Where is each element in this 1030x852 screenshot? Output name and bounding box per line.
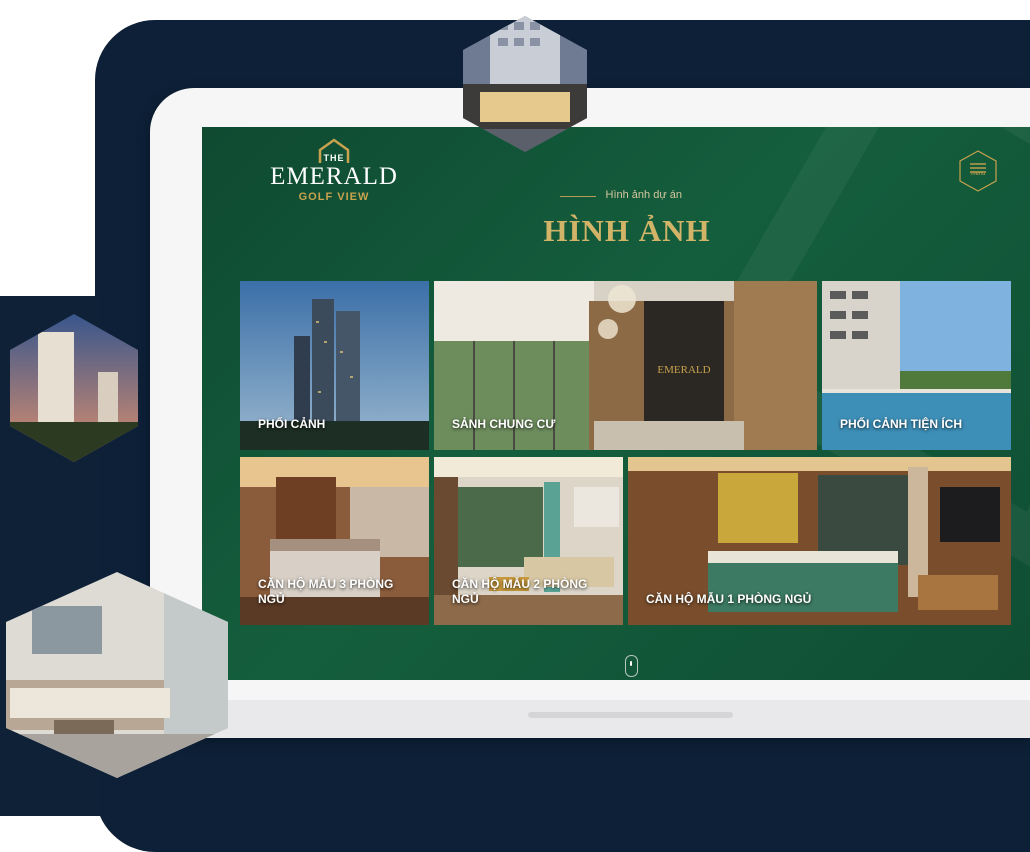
- tile-label: SẢNH CHUNG CƯ: [452, 417, 556, 431]
- gallery-tile-lobby[interactable]: EMERALD SẢNH CHUNG CƯ: [434, 281, 817, 450]
- hexagon-photo-living: [6, 572, 228, 778]
- laptop-base: [150, 700, 1030, 738]
- menu-label: menu: [970, 171, 986, 177]
- scroll-mouse-icon[interactable]: [625, 655, 638, 677]
- hexagon-photo-retail: [463, 16, 587, 152]
- tile-label: CĂN HỘ MẪU 1 PHÒNG NGỦ: [646, 592, 812, 606]
- section-title: HÌNH ẢNH: [543, 213, 711, 248]
- lobby-sign-text: EMERALD: [657, 364, 710, 376]
- logo-tagline: GOLF VIEW: [298, 191, 370, 203]
- brand-logo[interactable]: THE EMERALD GOLF VIEW: [254, 137, 414, 207]
- gallery-tile-1-bedroom[interactable]: CĂN HỘ MẪU 1 PHÒNG NGỦ: [628, 457, 1011, 625]
- gallery-tile-3-bedroom[interactable]: CĂN HỘ MẪU 3 PHÒNG NGỦ: [240, 457, 429, 625]
- gallery-tile-2-bedroom[interactable]: CĂN HỘ MẪU 2 PHÒNG NGỦ: [434, 457, 623, 625]
- tile-label: CĂN HỘ MẪU 3 PHÒNG NGỦ: [258, 577, 394, 606]
- tile-label: PHỐI CẢNH: [258, 417, 326, 431]
- logo-name: EMERALD: [270, 163, 398, 190]
- tile-label: CĂN HỘ MẪU 2 PHÒNG NGỦ: [452, 577, 588, 606]
- hexagon-photo-towers: [10, 314, 138, 462]
- laptop-notch: [528, 712, 733, 718]
- gallery-tile-exterior[interactable]: PHỐI CẢNH: [240, 281, 429, 450]
- gallery-tile-amenities[interactable]: PHỐI CẢNH TIỆN ÍCH: [822, 281, 1011, 450]
- website-screen: THE EMERALD GOLF VIEW menu Hình ảnh dự á…: [202, 127, 1030, 680]
- logo-the: THE: [323, 153, 345, 163]
- menu-button[interactable]: menu: [958, 149, 998, 193]
- tile-label: PHỐI CẢNH TIỆN ÍCH: [840, 417, 963, 431]
- section-subtitle: Hình ảnh dự án: [605, 189, 682, 201]
- scroll-wheel: [630, 661, 632, 666]
